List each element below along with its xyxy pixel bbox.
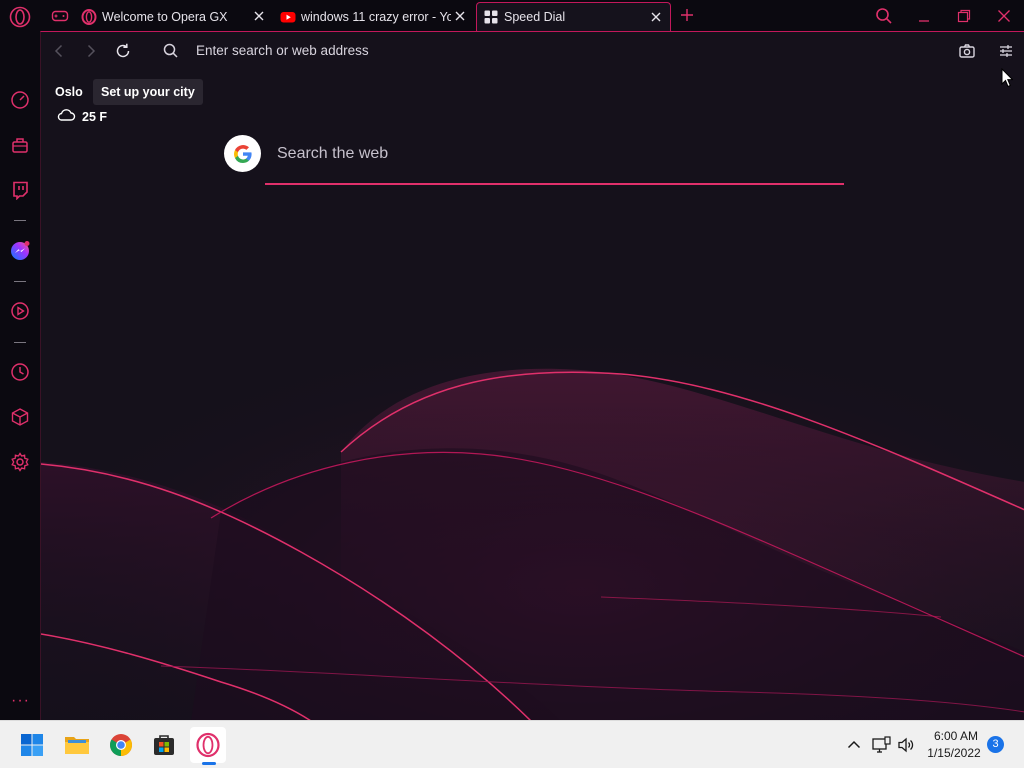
tab-title: Speed Dial [504,10,566,24]
close-icon[interactable] [252,9,266,23]
restore-icon[interactable] [953,5,975,27]
mouse-cursor-icon [1001,68,1013,88]
clock-date[interactable]: 1/15/2022 [922,746,986,760]
twitch-icon[interactable] [10,180,30,200]
sidebar-divider [14,281,26,282]
player-icon[interactable] [10,301,30,321]
active-app-indicator [202,762,216,765]
speedometer-icon[interactable] [10,90,30,110]
web-search-input[interactable]: Search the web [277,145,388,163]
forward-icon[interactable] [81,41,101,61]
cloud-icon [57,109,76,121]
city-setup-tooltip: Set up your city [93,79,203,105]
notification-badge[interactable]: 3 [987,736,1004,753]
youtube-icon [280,9,296,25]
weather-temperature: 25 F [82,110,108,124]
search-engine-button[interactable] [224,135,261,172]
file-explorer-icon[interactable] [59,727,95,763]
address-bar-row: Enter search or web address [41,32,1024,70]
opera-gx-window: Welcome to Opera GX windows 11 crazy err… [0,0,1024,768]
clock-time[interactable]: 6:00 AM [928,729,984,743]
opera-gx-menu-icon[interactable] [9,6,31,28]
back-icon[interactable] [49,41,69,61]
windows-start-icon[interactable] [14,727,50,763]
tab-title: windows 11 crazy error - Yo [301,9,451,24]
tab-strip: Welcome to Opera GX windows 11 crazy err… [0,0,1024,31]
search-underline [265,183,844,185]
sidebar-divider [14,220,26,221]
windows-taskbar: 6:00 AM 1/15/2022 [0,720,1024,768]
sidebar: ··· [0,31,40,720]
camera-icon[interactable] [957,41,977,61]
settings-icon[interactable] [10,452,30,472]
store-icon[interactable] [146,727,182,763]
google-icon [233,144,252,163]
opera-icon [81,8,97,25]
gamepad-icon[interactable] [51,8,69,24]
tab-welcome[interactable]: Welcome to Opera GX [81,2,273,31]
search-tabs-icon[interactable] [873,5,895,27]
chrome-icon[interactable] [103,727,139,763]
minimize-icon[interactable] [913,5,935,27]
close-icon[interactable] [453,9,467,23]
cube-icon[interactable] [10,407,30,427]
chevron-up-icon[interactable] [844,735,864,755]
weather-city[interactable]: Oslo [55,85,83,99]
close-window-icon[interactable] [993,5,1015,27]
speed-dial-grid-icon [483,9,499,25]
search-icon [163,43,178,58]
opera-gx-icon[interactable] [190,727,226,763]
speed-dial-page: Enter search or web address Oslo Set up … [40,31,1024,720]
easy-setup-icon[interactable] [996,41,1016,61]
history-icon[interactable] [10,362,30,382]
bag-icon[interactable] [10,135,30,155]
tab-youtube[interactable]: windows 11 crazy error - Yo [280,2,474,31]
close-icon[interactable] [649,10,663,24]
messenger-icon[interactable] [10,241,30,261]
new-tab-plus-icon[interactable] [678,6,696,24]
reload-icon[interactable] [113,41,133,61]
address-input[interactable]: Enter search or web address [196,43,369,58]
sidebar-more-button[interactable]: ··· [11,693,30,709]
tab-title: Welcome to Opera GX [102,9,228,24]
wave-background [41,32,1024,720]
sidebar-divider [14,342,26,343]
network-icon[interactable] [871,735,891,755]
tab-speed-dial[interactable]: Speed Dial [476,2,671,31]
volume-icon[interactable] [896,735,916,755]
